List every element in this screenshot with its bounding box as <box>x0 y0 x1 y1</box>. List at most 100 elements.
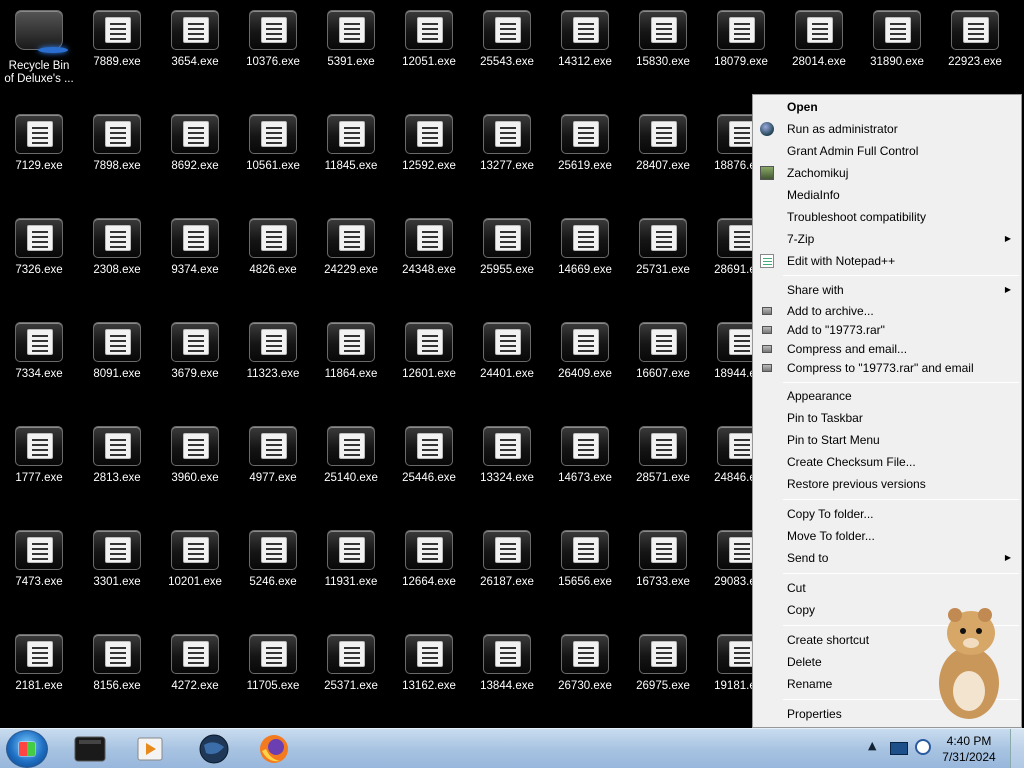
show-hidden-icons-arrow[interactable]: ▲ <box>868 739 884 755</box>
desktop-file-icon[interactable]: 24229.exe <box>312 208 390 288</box>
desktop-file-icon[interactable]: 26409.exe <box>546 312 624 392</box>
desktop-file-icon[interactable]: 7889.exe <box>78 0 156 80</box>
desktop-file-icon[interactable]: 4977.exe <box>234 416 312 496</box>
desktop-file-icon[interactable]: 25371.exe <box>312 624 390 704</box>
desktop-file-icon[interactable]: 13324.exe <box>468 416 546 496</box>
desktop-file-icon[interactable]: 2813.exe <box>78 416 156 496</box>
desktop-file-icon[interactable]: 11931.exe <box>312 520 390 600</box>
monitor-icon[interactable] <box>890 742 908 755</box>
recycle-bin-icon[interactable]: Recycle Bin of Deluxe's ... <box>0 0 78 85</box>
desktop-file-icon[interactable]: 8156.exe <box>78 624 156 704</box>
desktop-file-icon[interactable]: 31890.exe <box>858 0 936 80</box>
desktop-file-icon[interactable]: 12051.exe <box>390 0 468 80</box>
desktop-file-icon[interactable]: 11323.exe <box>234 312 312 392</box>
desktop-file-icon[interactable]: 3679.exe <box>156 312 234 392</box>
desktop-file-icon[interactable]: 7334.exe <box>0 312 78 392</box>
desktop-file-icon[interactable]: 16733.exe <box>624 520 702 600</box>
video-player-app-icon[interactable] <box>122 731 178 767</box>
menu-item-add-to-19773-rar[interactable]: Add to "19773.rar" <box>753 320 1021 340</box>
desktop-file-icon[interactable]: 3654.exe <box>156 0 234 80</box>
desktop-file-icon[interactable]: 5246.exe <box>234 520 312 600</box>
desktop-file-icon[interactable]: 28571.exe <box>624 416 702 496</box>
desktop-file-icon[interactable]: 18079.exe <box>702 0 780 80</box>
desktop-file-icon[interactable]: 7129.exe <box>0 104 78 184</box>
menu-item-run-as-administrator[interactable]: Run as administrator <box>753 119 1021 139</box>
desktop-file-icon[interactable]: 26730.exe <box>546 624 624 704</box>
network-icon[interactable] <box>915 739 931 755</box>
firefox-app-icon[interactable] <box>246 731 302 767</box>
desktop-file-icon[interactable]: 14312.exe <box>546 0 624 80</box>
menu-item-create-checksum-file[interactable]: Create Checksum File... <box>753 452 1021 472</box>
desktop-file-icon[interactable]: 15830.exe <box>624 0 702 80</box>
menu-item-share-with[interactable]: Share with ▶ <box>753 280 1021 300</box>
menu-item-copy-to-folder[interactable]: Copy To folder... <box>753 504 1021 524</box>
desktop-file-icon[interactable]: 5391.exe <box>312 0 390 80</box>
show-desktop-button[interactable] <box>1010 729 1024 768</box>
desktop-file-icon[interactable]: 7473.exe <box>0 520 78 600</box>
desktop-file-icon[interactable]: 25140.exe <box>312 416 390 496</box>
desktop-file-icon[interactable]: 4826.exe <box>234 208 312 288</box>
desktop-file-icon[interactable]: 26975.exe <box>624 624 702 704</box>
desktop-file-icon[interactable]: 8692.exe <box>156 104 234 184</box>
desktop-file-icon[interactable]: 13162.exe <box>390 624 468 704</box>
desktop-file-icon[interactable]: 1777.exe <box>0 416 78 496</box>
globe-app-icon[interactable] <box>186 731 242 767</box>
desktop-file-icon[interactable]: 9374.exe <box>156 208 234 288</box>
desktop-file-icon[interactable]: 8091.exe <box>78 312 156 392</box>
menu-item-appearance[interactable]: Appearance <box>753 386 1021 406</box>
desktop-file-icon[interactable]: 3960.exe <box>156 416 234 496</box>
system-clock[interactable]: 4:40 PM 7/31/2024 <box>934 733 1004 765</box>
desktop-file-icon[interactable]: 12664.exe <box>390 520 468 600</box>
desktop-file-icon[interactable]: 26187.exe <box>468 520 546 600</box>
menu-item-pin-to-start-menu[interactable]: Pin to Start Menu <box>753 430 1021 450</box>
start-button[interactable] <box>6 730 48 768</box>
desktop-file-icon[interactable]: 13844.exe <box>468 624 546 704</box>
menu-item-compress-and-email[interactable]: Compress and email... <box>753 339 1021 359</box>
desktop-file-icon[interactable]: 12592.exe <box>390 104 468 184</box>
desktop-file-icon[interactable]: 25543.exe <box>468 0 546 80</box>
desktop-file-icon[interactable]: 2181.exe <box>0 624 78 704</box>
menu-item-edit-with-notepad[interactable]: Edit with Notepad++ <box>753 251 1021 271</box>
desktop-file-icon[interactable]: 28407.exe <box>624 104 702 184</box>
desktop-file-icon[interactable]: 7898.exe <box>78 104 156 184</box>
desktop-file-icon[interactable]: 28014.exe <box>780 0 858 80</box>
desktop-file-icon[interactable]: 14673.exe <box>546 416 624 496</box>
menu-item-cut[interactable]: Cut <box>753 578 1021 598</box>
desktop-file-icon[interactable]: 10561.exe <box>234 104 312 184</box>
desktop-file-icon[interactable]: 24401.exe <box>468 312 546 392</box>
desktop-file-icon[interactable]: 25619.exe <box>546 104 624 184</box>
desktop-file-icon[interactable]: 10201.exe <box>156 520 234 600</box>
desktop-file-icon[interactable]: 24348.exe <box>390 208 468 288</box>
desktop-file-icon[interactable]: 16607.exe <box>624 312 702 392</box>
desktop-file-icon[interactable]: 4272.exe <box>156 624 234 704</box>
menu-item-compress-to-19773-rar-and-email[interactable]: Compress to "19773.rar" and email <box>753 358 1021 378</box>
desktop-file-icon[interactable]: 25446.exe <box>390 416 468 496</box>
menu-item-open[interactable]: Open <box>753 97 1021 117</box>
media-player-app-icon[interactable] <box>62 731 118 767</box>
desktop-file-icon[interactable]: 25731.exe <box>624 208 702 288</box>
desktop-file-icon[interactable]: 15656.exe <box>546 520 624 600</box>
desktop-file-icon[interactable]: 25955.exe <box>468 208 546 288</box>
desktop-file-icon[interactable]: 13277.exe <box>468 104 546 184</box>
desktop-file-label: 12664.exe <box>402 576 456 588</box>
menu-item-grant-admin-full-control[interactable]: Grant Admin Full Control <box>753 141 1021 161</box>
menu-item-add-to-archive[interactable]: Add to archive... <box>753 301 1021 321</box>
menu-item-zachomikuj[interactable]: Zachomikuj <box>753 163 1021 183</box>
desktop-file-icon[interactable]: 11705.exe <box>234 624 312 704</box>
menu-item-troubleshoot-compatibility[interactable]: Troubleshoot compatibility <box>753 207 1021 227</box>
menu-item-send-to[interactable]: Send to ▶ <box>753 548 1021 568</box>
desktop-file-icon[interactable]: 14669.exe <box>546 208 624 288</box>
desktop-file-icon[interactable]: 2308.exe <box>78 208 156 288</box>
desktop-file-icon[interactable]: 10376.exe <box>234 0 312 80</box>
desktop-file-icon[interactable]: 3301.exe <box>78 520 156 600</box>
desktop-file-icon[interactable]: 22923.exe <box>936 0 1014 80</box>
desktop-file-icon[interactable]: 11845.exe <box>312 104 390 184</box>
menu-item-move-to-folder[interactable]: Move To folder... <box>753 526 1021 546</box>
menu-item-pin-to-taskbar[interactable]: Pin to Taskbar <box>753 408 1021 428</box>
desktop-file-icon[interactable]: 11864.exe <box>312 312 390 392</box>
menu-item-7-zip[interactable]: 7-Zip ▶ <box>753 229 1021 249</box>
menu-item-mediainfo[interactable]: MediaInfo <box>753 185 1021 205</box>
desktop-file-icon[interactable]: 12601.exe <box>390 312 468 392</box>
menu-item-restore-previous-versions[interactable]: Restore previous versions <box>753 474 1021 494</box>
desktop-file-icon[interactable]: 7326.exe <box>0 208 78 288</box>
